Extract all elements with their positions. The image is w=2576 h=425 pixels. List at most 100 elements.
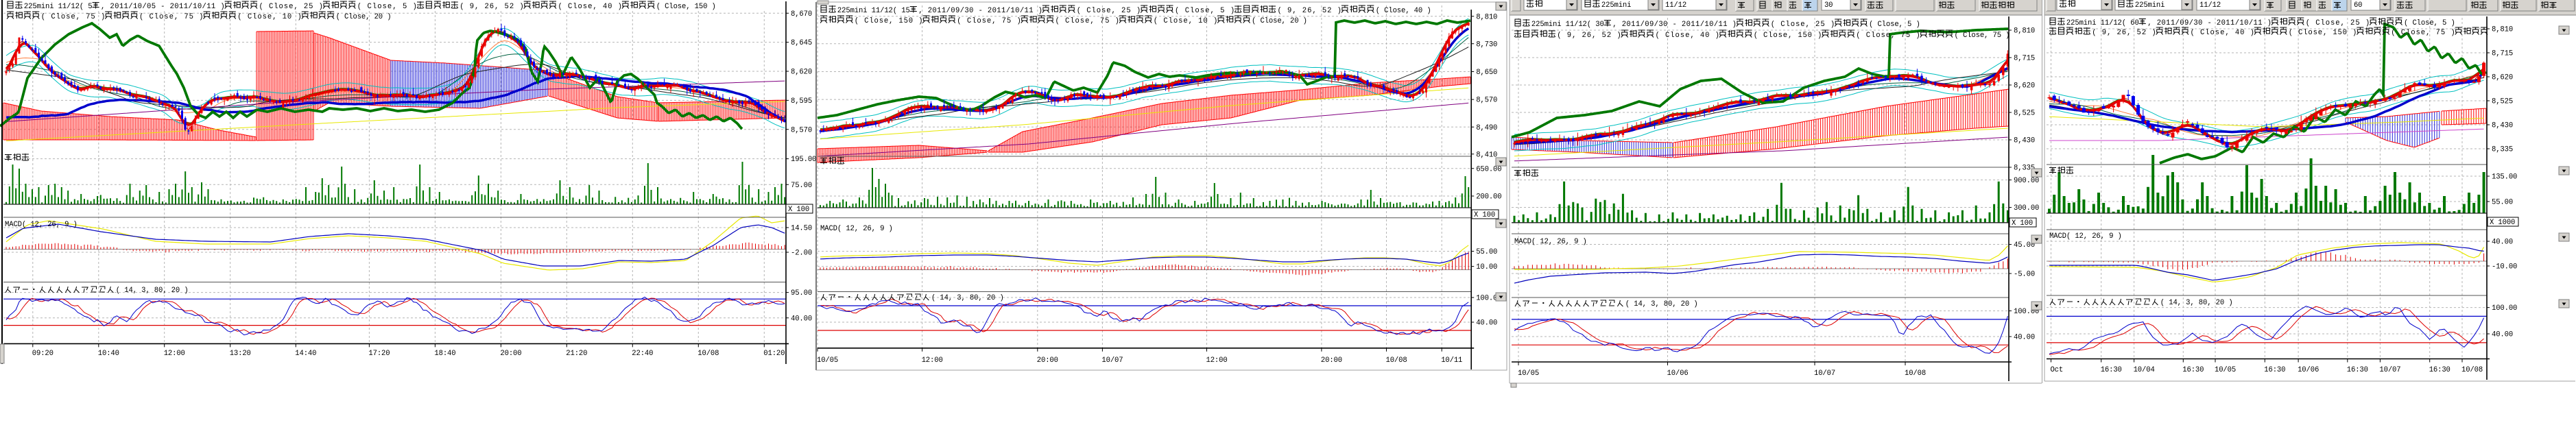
svg-text:( Close, 150 ): ( Close, 150 ) <box>2289 29 2357 37</box>
svg-text:10/08: 10/08 <box>697 350 719 358</box>
svg-text:10/05: 10/05 <box>817 356 838 365</box>
svg-text:-10.00: -10.00 <box>2492 263 2517 271</box>
svg-text:75.00: 75.00 <box>791 182 812 190</box>
svg-text:-2.00: -2.00 <box>791 250 812 258</box>
svg-text:40.00: 40.00 <box>2014 334 2035 342</box>
svg-text:MACD( 12, 26, 9 ): MACD( 12, 26, 9 ) <box>820 225 893 233</box>
svg-text:11/12: 11/12 <box>2199 1 2221 10</box>
svg-text:8,490: 8,490 <box>1476 124 1497 132</box>
svg-text:16:30: 16:30 <box>2429 366 2450 374</box>
svg-text:( Close, 25 ): ( Close, 25 ) <box>2306 19 2370 27</box>
svg-text:8,525: 8,525 <box>2014 110 2035 118</box>
svg-text:( Close, 75 ): ( Close, 75 ) <box>2391 29 2455 37</box>
svg-text:8,810: 8,810 <box>1476 13 1497 21</box>
svg-text:10/04: 10/04 <box>2134 366 2155 374</box>
svg-text:13:20: 13:20 <box>230 350 251 358</box>
svg-text:( Close, 20 ): ( Close, 20 ) <box>1252 17 1307 25</box>
svg-text:20:00: 20:00 <box>1321 356 1342 365</box>
svg-text:40.00: 40.00 <box>791 315 812 323</box>
svg-text:10/07: 10/07 <box>1101 356 1123 365</box>
svg-text:8,810: 8,810 <box>2014 27 2035 36</box>
svg-text:, 2011/09/30 - 2011/10/11 ): , 2011/09/30 - 2011/10/11 ) <box>1612 21 1737 29</box>
svg-text:55.00: 55.00 <box>1476 248 1497 256</box>
svg-text:200.00: 200.00 <box>1476 193 1501 202</box>
svg-text:650.00: 650.00 <box>1476 165 1501 173</box>
svg-text:01:20: 01:20 <box>763 350 785 358</box>
svg-text:16:30: 16:30 <box>2347 366 2368 374</box>
svg-text:( Close, 75 ): ( Close, 75 ) <box>139 13 204 21</box>
svg-text:18:40: 18:40 <box>434 350 455 358</box>
svg-text:100.00: 100.00 <box>2492 304 2517 313</box>
svg-text:( Close, 40 ): ( Close, 40 ) <box>558 3 623 11</box>
svg-text:10/06: 10/06 <box>2298 366 2319 374</box>
svg-text:( 9, 26, 52 ): ( 9, 26, 52 ) <box>2092 29 2156 37</box>
svg-text:( Close, 25 ): ( Close, 25 ) <box>1077 7 1141 15</box>
svg-text:( Close, 5 ): ( Close, 5 ) <box>1175 7 1235 15</box>
svg-text:135.00: 135.00 <box>2492 173 2517 182</box>
svg-text:8,430: 8,430 <box>2492 122 2513 130</box>
svg-text:21:20: 21:20 <box>566 350 587 358</box>
svg-text:225mini 11/12( 5: 225mini 11/12( 5 <box>24 3 93 11</box>
svg-text:( 9, 26, 52 ): ( 9, 26, 52 ) <box>460 3 524 11</box>
svg-text:10.00: 10.00 <box>1476 263 1497 271</box>
svg-text:X 100: X 100 <box>788 206 809 214</box>
svg-text:X 100: X 100 <box>2012 219 2033 228</box>
svg-text:( Close, 5 ): ( Close, 5 ) <box>2404 19 2455 27</box>
svg-text:( 14, 3, 80, 20 ): ( 14, 3, 80, 20 ) <box>931 294 1004 302</box>
svg-text:225mini 11/12( 15: 225mini 11/12( 15 <box>837 7 910 15</box>
svg-text:60: 60 <box>2354 1 2363 10</box>
svg-text:, 2011/10/05 - 2011/10/11 ): , 2011/10/05 - 2011/10/11 ) <box>101 3 225 11</box>
svg-text:( Close, 150 ): ( Close, 150 ) <box>1754 32 1822 40</box>
svg-text:16:30: 16:30 <box>2264 366 2285 374</box>
svg-text:X 1000: X 1000 <box>2490 219 2515 227</box>
svg-text:10:40: 10:40 <box>98 350 119 358</box>
svg-text:( Close, 10 ): ( Close, 10 ) <box>1154 17 1218 25</box>
svg-text:( Close, 150 ): ( Close, 150 ) <box>855 17 923 25</box>
svg-text:10/08: 10/08 <box>2461 366 2483 374</box>
svg-text:( Close, 20 ): ( Close, 20 ) <box>336 13 392 21</box>
svg-text:( Close, 75 ): ( Close, 75 ) <box>1955 32 2010 40</box>
svg-text:10/07: 10/07 <box>1814 369 1835 378</box>
svg-text:11/12: 11/12 <box>1665 1 1686 10</box>
svg-text:12:00: 12:00 <box>922 356 943 365</box>
svg-text:8,595: 8,595 <box>791 97 812 106</box>
svg-text:8,645: 8,645 <box>791 39 812 47</box>
svg-text:12:00: 12:00 <box>164 350 185 358</box>
svg-text:10/07: 10/07 <box>2379 366 2400 374</box>
svg-text:16:30: 16:30 <box>2101 366 2122 374</box>
svg-text:225mini 11/12( 30: 225mini 11/12( 30 <box>1531 21 1604 29</box>
svg-text:10/08: 10/08 <box>1905 369 1926 378</box>
svg-text:( 14, 3, 80, 20 ): ( 14, 3, 80, 20 ) <box>2160 299 2233 307</box>
svg-text:16:30: 16:30 <box>2182 366 2204 374</box>
svg-text:( Close, 75 ): ( Close, 75 ) <box>957 17 1021 25</box>
svg-text:8,670: 8,670 <box>791 10 812 19</box>
svg-text:( Close, 75 ): ( Close, 75 ) <box>1056 17 1120 25</box>
svg-text:( Close, 40 ): ( Close, 40 ) <box>1656 32 1720 40</box>
svg-text:300.00: 300.00 <box>2014 204 2039 212</box>
svg-text:20:00: 20:00 <box>500 350 521 358</box>
svg-text:22:40: 22:40 <box>632 350 653 358</box>
svg-text:8,620: 8,620 <box>2492 74 2513 82</box>
svg-text:( Close, 25 ): ( Close, 25 ) <box>1771 21 1835 29</box>
svg-text:900.00: 900.00 <box>2014 177 2039 185</box>
svg-text:225mini: 225mini <box>2135 1 2165 10</box>
svg-text:10/05: 10/05 <box>2215 366 2236 374</box>
svg-text:( Close, 40 ): ( Close, 40 ) <box>2191 29 2255 37</box>
svg-text:8,730: 8,730 <box>1476 40 1497 49</box>
svg-text:10/08: 10/08 <box>1386 356 1407 365</box>
svg-text:( 14, 3, 80, 20 ): ( 14, 3, 80, 20 ) <box>1625 300 1698 308</box>
svg-text:10/06: 10/06 <box>1667 369 1689 378</box>
svg-text:X 100: X 100 <box>1474 211 1495 219</box>
svg-text:Oct: Oct <box>2051 366 2064 374</box>
svg-text:8,715: 8,715 <box>2014 55 2035 63</box>
svg-text:40.00: 40.00 <box>2492 331 2513 339</box>
svg-text:10/11: 10/11 <box>1441 356 1462 365</box>
svg-text:( Close, 40 ): ( Close, 40 ) <box>1376 7 1431 15</box>
svg-text:MACD( 12, 26, 9 ): MACD( 12, 26, 9 ) <box>5 221 77 229</box>
svg-text:8,570: 8,570 <box>1476 97 1497 105</box>
svg-text:( Close, 10 ): ( Close, 10 ) <box>237 13 302 21</box>
svg-text:20:00: 20:00 <box>1037 356 1058 365</box>
svg-text:14.50: 14.50 <box>791 225 812 233</box>
svg-text:( Close, 5 ): ( Close, 5 ) <box>1869 21 1920 29</box>
svg-text:( Close, 75 ): ( Close, 75 ) <box>1856 32 1920 40</box>
